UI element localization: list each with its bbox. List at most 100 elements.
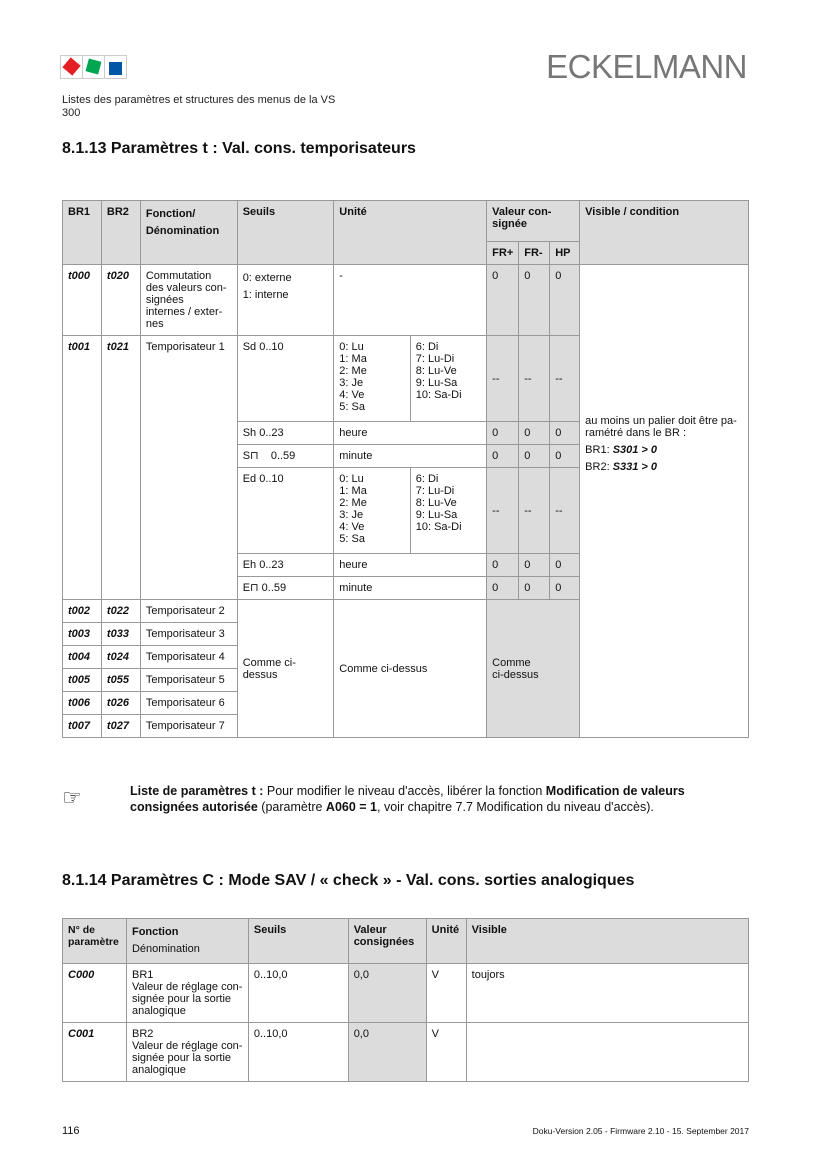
cell-fr-plus: 0 [486, 264, 520, 336]
cell-br1: t002 [62, 599, 102, 623]
header-seuils: Seuils [236, 200, 335, 265]
note-text: (paramètre [257, 800, 326, 814]
cell-fonction: Temporisateur 5 [139, 668, 238, 692]
cell-fr-minus: 0 [518, 553, 551, 577]
cell-visible: toujors [465, 963, 750, 1023]
blue-square-icon [109, 62, 122, 75]
cell-fr-plus: 0 [486, 421, 520, 445]
subtitle-line-1: Listes des paramètres et structures des … [62, 94, 336, 106]
cell-br2: t055 [100, 668, 141, 692]
condition-br2-label: BR2: [585, 461, 613, 473]
cell-fr-plus: -- [486, 467, 520, 554]
cell-fr-plus: 0 [486, 553, 520, 577]
cell-hp: 0 [549, 553, 581, 577]
cell-seuils: Ed 0..10 [236, 467, 335, 554]
cell-unite-same: Comme ci-dessus [333, 599, 488, 738]
cell-fr-minus: 0 [518, 444, 551, 468]
header-unite: Unité [425, 918, 467, 964]
section-title-8-1-14: 8.1.14 Paramètres C : Mode SAV / « check… [62, 872, 635, 889]
section-title-8-1-13: 8.1.13 Paramètres t : Val. cons. tempori… [62, 140, 416, 157]
subtitle-line-2: 300 [62, 107, 81, 119]
header-fonction-label: Fonction [131, 926, 179, 938]
cell-visible-condition: au moins un palier doit être pa- ramétré… [579, 264, 749, 738]
cell-br2: t021 [100, 335, 141, 600]
header-seuils: Seuils [247, 918, 349, 964]
cell-seuils: Sd 0..10 [236, 335, 335, 422]
page-number: 116 [62, 1125, 80, 1137]
cell-hp: 0 [549, 421, 581, 445]
cell-valeur: 0,0 [347, 1022, 427, 1082]
cell-seuils: 0..10,0 [247, 1022, 349, 1082]
cell-fonction: BR2 Valeur de réglage con- signée pour l… [125, 1022, 249, 1082]
cell-br2: t026 [100, 691, 141, 715]
cell-fonction: Temporisateur 2 [139, 599, 238, 623]
document-subtitle: Listes des paramètres et structures des … [62, 94, 362, 120]
cell-br1: t001 [62, 335, 102, 600]
cell-seuils: E⊓ 0..59 [236, 576, 335, 600]
cell-fonction: Temporisateur 3 [139, 622, 238, 646]
cell-unite: minute [333, 444, 488, 468]
note-text: , voir chapitre 7.7 Modification du nive… [377, 800, 654, 814]
cell-fr-minus: 0 [518, 421, 551, 445]
cell-fonction: Temporisateur 7 [139, 714, 238, 738]
condition-text: au moins un palier doit être pa- ramétré… [585, 415, 737, 439]
cell-unite: V [425, 1022, 467, 1082]
cell-num: C000 [62, 963, 127, 1023]
cell-unite-days-b: 6: Di 7: Lu-Di 8: Lu-Ve 9: Lu-Sa 10: Sa-… [409, 467, 488, 554]
cell-br2: t033 [100, 622, 141, 646]
cell-fonction: Temporisateur 4 [139, 645, 238, 669]
cell-br1: t006 [62, 691, 102, 715]
footer-version: Doku-Version 2.05 - Firmware 2.10 - 15. … [532, 1126, 749, 1136]
cell-num: C001 [62, 1022, 127, 1082]
table-row: C000 BR1 Valeur de réglage con- signée p… [62, 963, 750, 1023]
cell-fr-minus: -- [518, 335, 551, 422]
condition-br2: BR2: S331 > 0 [585, 461, 743, 473]
red-diamond-icon [62, 57, 81, 76]
cell-unite: minute [333, 576, 488, 600]
cell-seuils: S⊓ 0..59 [236, 444, 335, 468]
cell-hp: 0 [549, 264, 581, 336]
cell-seuils: Eh 0..23 [236, 553, 335, 577]
cell-unite: heure [333, 421, 488, 445]
access-level-note: Liste de paramètres t : Pour modifier le… [130, 783, 750, 815]
header-fr-minus: FR- [518, 241, 551, 265]
cell-br2: t027 [100, 714, 141, 738]
header-fr-plus: FR+ [486, 241, 520, 265]
eckelmann-logo [60, 55, 128, 79]
header-visible-condition: Visible / condition [579, 200, 749, 265]
header-fonction-label: Fonction/ [145, 208, 196, 220]
header-fonction: Fonction Dénomination [125, 918, 249, 964]
cell-fr-minus: 0 [518, 264, 551, 336]
cell-br2: t024 [100, 645, 141, 669]
cell-br1: t004 [62, 645, 102, 669]
cell-seuils: 0: externe 1: interne [236, 264, 335, 336]
note-text: Pour modifier le niveau d'accès, libérer… [263, 784, 546, 798]
cell-fonction: Temporisateur 1 [139, 335, 238, 600]
header-visible: Visible [465, 918, 750, 964]
note-bold-parameter: A060 = 1 [325, 800, 378, 814]
cell-fonction: BR1 Valeur de réglage con- signée pour l… [125, 963, 249, 1023]
header-br1: BR1 [62, 200, 102, 265]
condition-br1-label: BR1: [585, 444, 613, 456]
cell-seuils-same: Comme ci-dessus [236, 599, 335, 738]
header-unite: Unité [333, 200, 488, 265]
cell-br1: t005 [62, 668, 102, 692]
cell-hp: 0 [549, 444, 581, 468]
cell-unite: - [333, 264, 488, 336]
cell-fonction: Temporisateur 6 [139, 691, 238, 715]
cell-unite-days-b: 6: Di 7: Lu-Di 8: Lu-Ve 9: Lu-Sa 10: Sa-… [409, 335, 488, 422]
condition-br1-value: S301 > 0 [612, 444, 658, 456]
cell-unite-days-a: 0: Lu 1: Ma 2: Me 3: Je 4: Ve 5: Sa [333, 335, 411, 422]
green-diamond-icon [85, 58, 102, 75]
cell-fr-minus: 0 [518, 576, 551, 600]
parameters-c-table: N° de paramètre Fonction Dénomination Seu… [62, 918, 750, 1082]
note-bold-label: Liste de paramètres t : [130, 784, 264, 798]
cell-br2: t022 [100, 599, 141, 623]
cell-visible [465, 1022, 750, 1082]
cell-valeur-same: Comme ci-dessus [486, 599, 581, 738]
cell-br1: t000 [62, 264, 102, 336]
condition-br1: BR1: S301 > 0 [585, 444, 743, 456]
pointing-hand-icon: ☞ [62, 785, 82, 810]
cell-fr-minus: -- [518, 467, 551, 554]
cell-br2: t020 [100, 264, 141, 336]
